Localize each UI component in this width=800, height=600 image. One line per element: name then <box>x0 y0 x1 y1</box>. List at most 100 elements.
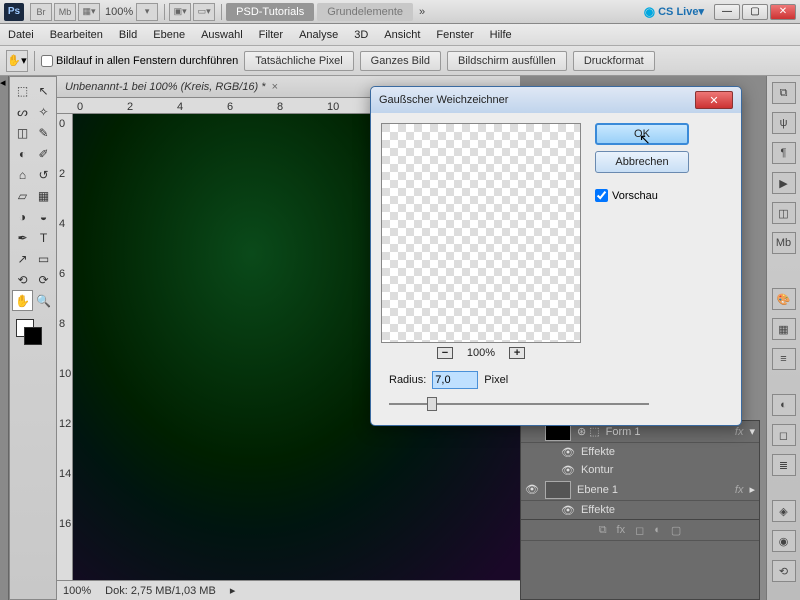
eyedropper-tool[interactable]: ✎ <box>33 122 54 143</box>
dialog-title-bar[interactable]: Gaußscher Weichzeichner ✕ <box>371 87 741 113</box>
actual-pixels-button[interactable]: Tatsächliche Pixel <box>244 51 353 71</box>
more-workspaces[interactable]: » <box>419 6 425 18</box>
link-icon[interactable]: ⧉ <box>599 524 607 537</box>
dock-icon[interactable]: ≡ <box>772 348 796 370</box>
dock-icon[interactable]: Mb <box>772 232 796 254</box>
menu-analyse[interactable]: Analyse <box>299 29 338 41</box>
close-tab-icon[interactable]: × <box>272 81 278 93</box>
gradient-tool[interactable]: ▦ <box>33 185 54 206</box>
pixel-label: Pixel <box>484 374 508 386</box>
zoom-out-button[interactable]: − <box>437 347 453 359</box>
layers-footer: ⧉ fx ◻ ◐ ▢ <box>521 519 759 541</box>
bridge-button[interactable]: Br <box>30 3 52 21</box>
dock-icon[interactable]: ≣ <box>772 454 796 476</box>
blur-tool[interactable]: ◑ <box>12 206 33 227</box>
view-extras-button[interactable]: ▦▾ <box>78 3 100 21</box>
menu-ebene[interactable]: Ebene <box>153 29 185 41</box>
dialog-close-button[interactable]: ✕ <box>695 91 733 109</box>
radius-input[interactable] <box>432 371 478 389</box>
zoom-tool[interactable]: 🔍 <box>33 290 54 311</box>
eraser-tool[interactable]: ▱ <box>12 185 33 206</box>
menu-fenster[interactable]: Fenster <box>436 29 473 41</box>
menu-bild[interactable]: Bild <box>119 29 137 41</box>
workspace-tab[interactable]: PSD-Tutorials <box>226 3 314 21</box>
menu-bearbeiten[interactable]: Bearbeiten <box>50 29 103 41</box>
menu-hilfe[interactable]: Hilfe <box>490 29 512 41</box>
fit-screen-button[interactable]: Ganzes Bild <box>360 51 441 71</box>
dock-icon[interactable]: ψ <box>772 112 796 134</box>
path-select-tool[interactable]: ↗ <box>12 248 33 269</box>
menu-ansicht[interactable]: Ansicht <box>384 29 420 41</box>
dock-icon[interactable]: ◫ <box>772 202 796 224</box>
hand-tool-icon[interactable]: ✋▾ <box>6 50 28 72</box>
adjust-icon[interactable]: ◐ <box>654 524 661 536</box>
dock-icon[interactable]: ◉ <box>772 530 796 552</box>
dock-icon[interactable]: ⟲ <box>772 560 796 582</box>
layer-thumb[interactable] <box>545 481 571 499</box>
zoom-dropdown[interactable]: ▾ <box>136 3 158 21</box>
color-swatches[interactable] <box>12 317 54 351</box>
move-tool[interactable]: ⬚ <box>12 80 33 101</box>
radius-slider[interactable] <box>389 397 649 411</box>
history-brush-tool[interactable]: ↺ <box>33 164 54 185</box>
layer-effects[interactable]: 👁Effekte <box>521 443 759 461</box>
menu-filter[interactable]: Filter <box>259 29 283 41</box>
visibility-icon[interactable]: 👁 <box>525 483 539 496</box>
heal-tool[interactable]: ◐ <box>12 143 33 164</box>
menu-datei[interactable]: Datei <box>8 29 34 41</box>
brush-tool[interactable]: ✐ <box>33 143 54 164</box>
move-arrow-tool[interactable]: ↖ <box>33 80 54 101</box>
left-dock-collapsed[interactable]: ◂ <box>0 76 9 600</box>
print-size-button[interactable]: Druckformat <box>573 51 655 71</box>
zoom-in-button[interactable]: + <box>509 347 525 359</box>
scroll-all-checkbox[interactable]: Bildlauf in allen Fenstern durchführen <box>41 55 238 67</box>
dock-icon[interactable]: ◐ <box>772 394 796 416</box>
3d-camera-tool[interactable]: ⟳ <box>33 269 54 290</box>
close-button[interactable]: ✕ <box>770 4 796 20</box>
dialog-title: Gaußscher Weichzeichner <box>379 94 508 106</box>
status-zoom[interactable]: 100% <box>63 585 91 597</box>
layer-effects[interactable]: 👁Effekte <box>521 501 759 519</box>
fx-icon[interactable]: fx <box>617 524 626 536</box>
arrange-button[interactable]: ▣▾ <box>169 3 191 21</box>
menu-auswahl[interactable]: Auswahl <box>201 29 243 41</box>
status-doc-size[interactable]: Dok: 2,75 MB/1,03 MB <box>105 585 216 597</box>
menu-3d[interactable]: 3D <box>354 29 368 41</box>
filter-preview[interactable] <box>381 123 581 343</box>
layer-effect-kontur[interactable]: 👁Kontur <box>521 461 759 479</box>
zoom-level[interactable]: 100% <box>105 6 133 18</box>
cursor-icon: ↖ <box>639 131 651 148</box>
ok-button[interactable]: OK ↖ <box>595 123 689 145</box>
type-tool[interactable]: T <box>33 227 54 248</box>
dock-icon[interactable]: 🎨 <box>772 288 796 310</box>
miniBridge-button[interactable]: Mb <box>54 3 76 21</box>
screenmode-button[interactable]: ▭▾ <box>193 3 215 21</box>
pen-tool[interactable]: ✒ <box>12 227 33 248</box>
maximize-button[interactable]: ▢ <box>742 4 768 20</box>
3d-tool[interactable]: ⟲ <box>12 269 33 290</box>
dock-icon[interactable]: ¶ <box>772 142 796 164</box>
shape-tool[interactable]: ▭ <box>33 248 54 269</box>
dock-icon[interactable]: ◈ <box>772 500 796 522</box>
mask-icon[interactable]: ◻ <box>635 524 644 537</box>
dock-icon[interactable]: ▶ <box>772 172 796 194</box>
folder-icon[interactable]: ▢ <box>671 524 681 537</box>
cslive-button[interactable]: CS Live ▾ <box>644 4 704 20</box>
lasso-tool[interactable]: ᔕ <box>12 101 33 122</box>
crop-tool[interactable]: ◫ <box>12 122 33 143</box>
dodge-tool[interactable]: ◒ <box>33 206 54 227</box>
minimize-button[interactable]: — <box>714 4 740 20</box>
dock-icon[interactable]: ▦ <box>772 318 796 340</box>
radius-label: Radius: <box>389 374 426 386</box>
cancel-button[interactable]: Abbrechen <box>595 151 689 173</box>
background-swatch[interactable] <box>24 327 42 345</box>
dock-icon[interactable]: ⧉ <box>772 82 796 104</box>
dock-icon[interactable]: ◻ <box>772 424 796 446</box>
workspace-tab[interactable]: Grundelemente <box>317 3 413 21</box>
hand-tool[interactable]: ✋ <box>12 290 33 311</box>
preview-checkbox[interactable]: Vorschau <box>595 189 689 202</box>
magic-wand-tool[interactable]: ✧ <box>33 101 54 122</box>
stamp-tool[interactable]: ⌂ <box>12 164 33 185</box>
layer-row[interactable]: 👁 Ebene 1 fx▸ <box>521 479 759 501</box>
fill-screen-button[interactable]: Bildschirm ausfüllen <box>447 51 567 71</box>
